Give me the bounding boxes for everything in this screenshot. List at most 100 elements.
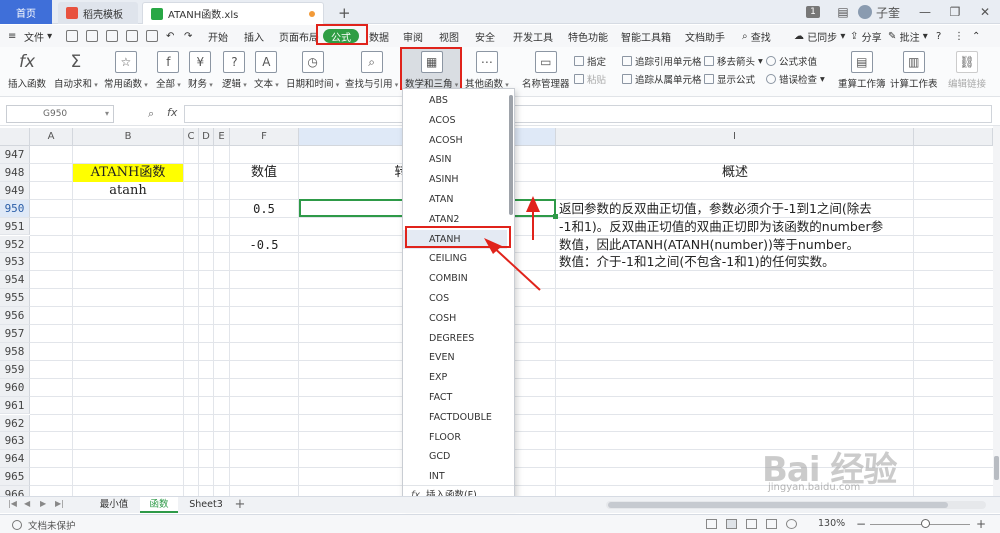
financial-button[interactable]: ¥ 财务: [188, 51, 213, 90]
select-all-corner[interactable]: [0, 128, 30, 146]
row-header[interactable]: 954: [0, 271, 30, 290]
menu-developer[interactable]: 开发工具: [513, 25, 553, 47]
column-header-c[interactable]: C: [184, 128, 199, 146]
tab-document[interactable]: ATANH函数.xls: [142, 2, 324, 24]
hamburger-icon[interactable]: ≡: [8, 25, 16, 47]
function-item-int[interactable]: INT: [403, 467, 507, 486]
row-header[interactable]: 961: [0, 396, 30, 415]
vertical-scroll-thumb[interactable]: [994, 456, 999, 480]
name-box[interactable]: G950: [6, 105, 114, 123]
text-button[interactable]: A 文本: [254, 51, 279, 90]
skin-icon[interactable]: ▤: [828, 0, 858, 24]
function-item-exp[interactable]: EXP: [403, 368, 507, 387]
zoom-out-icon[interactable]: −: [856, 517, 866, 531]
cell-description[interactable]: 返回参数的反双曲正切值，参数必须介于-1到1之间(除去 -1和1)。反双曲正切值…: [559, 200, 915, 271]
function-item-cos[interactable]: COS: [403, 289, 507, 308]
menu-doc-assistant[interactable]: 文档助手: [685, 25, 725, 47]
row-header[interactable]: 958: [0, 342, 30, 361]
function-item-acosh[interactable]: ACOSH: [403, 131, 507, 150]
menu-page-layout[interactable]: 页面布局: [279, 25, 319, 47]
cell-value-positive[interactable]: 0.5: [230, 200, 298, 218]
row-header[interactable]: 959: [0, 360, 30, 379]
cell-value-negative[interactable]: -0.5: [230, 236, 298, 254]
fx-icon[interactable]: fx: [167, 106, 177, 119]
row-header[interactable]: 948: [0, 163, 30, 182]
menu-security[interactable]: 安全: [475, 25, 495, 47]
first-sheet-icon[interactable]: |◀: [8, 499, 17, 508]
last-sheet-icon[interactable]: ▶|: [55, 499, 64, 508]
function-item-atan[interactable]: ATAN: [403, 190, 507, 209]
common-functions-button[interactable]: ☆ 常用函数: [104, 51, 148, 90]
function-item-ceiling[interactable]: CEILING: [403, 249, 507, 268]
menu-home[interactable]: 开始: [208, 25, 228, 47]
sheet-tab-min[interactable]: 最小值: [92, 497, 136, 513]
autosum-button[interactable]: Σ 自动求和: [54, 51, 98, 90]
format-painter-icon[interactable]: [146, 30, 158, 42]
new-tab-button[interactable]: +: [330, 2, 351, 24]
column-header-i[interactable]: I: [556, 128, 914, 146]
error-check-button[interactable]: 错误检查 ▾: [766, 71, 825, 87]
row-header[interactable]: 960: [0, 378, 30, 397]
menu-smart-toolbox[interactable]: 智能工具箱: [621, 25, 671, 47]
menu-view[interactable]: 视图: [439, 25, 459, 47]
column-header-e[interactable]: E: [214, 128, 230, 146]
cell-value-header[interactable]: 数值: [230, 164, 298, 182]
user-account[interactable]: 子奎: [857, 0, 910, 24]
page-break-view-icon[interactable]: [746, 519, 757, 529]
column-header-b[interactable]: B: [73, 128, 184, 146]
formula-input[interactable]: [184, 105, 992, 123]
edit-links-button[interactable]: ⛓ 编辑链接: [948, 51, 986, 90]
row-header[interactable]: 964: [0, 450, 30, 469]
function-item-gcd[interactable]: GCD: [403, 447, 507, 466]
dropdown-scroll-thumb[interactable]: [509, 95, 513, 215]
cell-overview-header[interactable]: 概述: [556, 164, 914, 182]
row-header[interactable]: 950: [0, 199, 30, 218]
row-header[interactable]: 955: [0, 289, 30, 308]
page-layout-view-icon[interactable]: [766, 519, 777, 529]
redo-icon[interactable]: ↷: [184, 25, 192, 47]
recalc-workbook-button[interactable]: ▤ 重算工作簿: [838, 51, 886, 90]
menu-data[interactable]: 数据: [369, 25, 389, 47]
zoom-slider-knob[interactable]: [921, 519, 930, 528]
row-header[interactable]: 947: [0, 146, 30, 164]
zoom-slider[interactable]: [870, 524, 970, 525]
show-formulas-button[interactable]: 显示公式: [704, 71, 755, 87]
next-sheet-icon[interactable]: ▶: [40, 499, 46, 508]
row-header[interactable]: 963: [0, 432, 30, 451]
trace-precedents-button[interactable]: 追踪引用单元格: [622, 53, 702, 69]
share-button[interactable]: ⇪ 分享: [850, 25, 882, 47]
zoom-lookup-icon[interactable]: ⌕: [148, 107, 154, 121]
vertical-scrollbar[interactable]: [993, 126, 1000, 496]
column-header-f[interactable]: F: [230, 128, 299, 146]
sheet-tab-sheet3[interactable]: Sheet3: [184, 497, 228, 513]
menu-search[interactable]: ⌕ 查找: [742, 25, 771, 47]
function-item-asin[interactable]: ASIN: [403, 150, 507, 169]
lookup-reference-button[interactable]: ⌕ 查找与引用: [345, 51, 398, 90]
fit-view-icon[interactable]: [706, 519, 717, 529]
row-header[interactable]: 957: [0, 325, 30, 343]
zoom-level[interactable]: 130%: [818, 518, 845, 529]
eye-protection-icon[interactable]: [786, 519, 797, 529]
save-icon[interactable]: [66, 30, 78, 42]
menu-review[interactable]: 审阅: [403, 25, 423, 47]
more-icon[interactable]: ⋮: [954, 25, 964, 47]
evaluate-formula-button[interactable]: 公式求值: [766, 53, 817, 69]
row-header[interactable]: 956: [0, 307, 30, 325]
collapse-ribbon-icon[interactable]: ⌃: [972, 25, 980, 47]
zoom-in-icon[interactable]: +: [976, 517, 986, 531]
function-item-even[interactable]: EVEN: [403, 348, 507, 367]
row-header[interactable]: 966: [0, 486, 30, 496]
function-item-factdouble[interactable]: FACTDOUBLE: [403, 408, 507, 427]
column-header-d[interactable]: D: [199, 128, 214, 146]
math-trig-button[interactable]: ▦ 数学和三角: [405, 51, 458, 90]
export-icon[interactable]: [86, 30, 98, 42]
function-item-floor[interactable]: FLOOR: [403, 428, 507, 447]
logical-button[interactable]: ? 逻辑: [222, 51, 247, 90]
undo-icon[interactable]: ↶: [166, 25, 174, 47]
function-item-combin[interactable]: COMBIN: [403, 269, 507, 288]
comment-button[interactable]: ✎ 批注 ▾: [888, 25, 928, 47]
remove-arrows-button[interactable]: 移去箭头 ▾: [704, 53, 763, 69]
all-functions-button[interactable]: f 全部: [156, 51, 181, 90]
row-header[interactable]: 949: [0, 181, 30, 200]
name-manager-button[interactable]: ▭ 名称管理器: [522, 51, 570, 90]
